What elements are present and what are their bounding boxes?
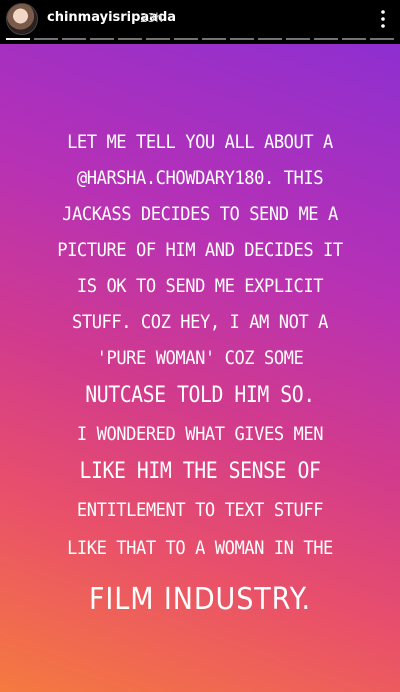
more-options-icon[interactable]	[376, 7, 390, 31]
progress-segment	[370, 38, 394, 40]
progress-segment	[34, 38, 58, 40]
story-text-line: JACKASS DECIDES TO SEND ME A	[62, 203, 338, 225]
profile-avatar[interactable]	[6, 3, 38, 35]
story-text-line: PICTURE OF HIM AND DECIDES IT	[57, 239, 343, 261]
progress-segment	[230, 38, 254, 40]
progress-segment	[174, 38, 198, 40]
story-text-block: LET ME TELL YOU ALL ABOUT A @HARSHA.CHOW…	[0, 124, 400, 632]
story-text-line: NUTCASE TOLD HIM SO.	[85, 383, 315, 408]
story-progress-bar	[6, 38, 394, 40]
story-header: chinmayisripaada 23h	[0, 0, 400, 40]
story-text-line: LIKE THAT TO A WOMAN IN THE	[67, 537, 333, 559]
story-text-line: STUFF. COZ HEY, I AM NOT A	[72, 311, 328, 333]
mention-link[interactable]: @HARSHA.CHOWDARY180. THIS	[20, 160, 380, 196]
progress-segment	[90, 38, 114, 40]
progress-segment	[146, 38, 170, 40]
story-text-line: FILM INDUSTRY.	[88, 582, 311, 617]
progress-segment	[314, 38, 338, 40]
progress-segment	[258, 38, 282, 40]
progress-segment	[202, 38, 226, 40]
story-text-line: 'PURE WOMAN' COZ SOME	[96, 347, 304, 369]
story-content[interactable]: LET ME TELL YOU ALL ABOUT A @HARSHA.CHOW…	[0, 44, 400, 692]
progress-segment	[118, 38, 142, 40]
story-text-line: LIKE HIM THE SENSE OF	[79, 459, 321, 484]
story-timestamp: 23h	[140, 11, 163, 25]
progress-segment	[286, 38, 310, 40]
story-text-line: ENTITLEMENT TO TEXT STUFF	[76, 499, 324, 521]
progress-segment	[6, 38, 30, 40]
progress-segment	[342, 38, 366, 40]
story-text-line: IS OK TO SEND ME EXPLICIT	[76, 275, 324, 297]
story-text-line: LET ME TELL YOU ALL ABOUT A	[67, 131, 333, 153]
story-text-line: I WONDERED WHAT GIVES MEN	[76, 423, 324, 445]
progress-segment	[62, 38, 86, 40]
